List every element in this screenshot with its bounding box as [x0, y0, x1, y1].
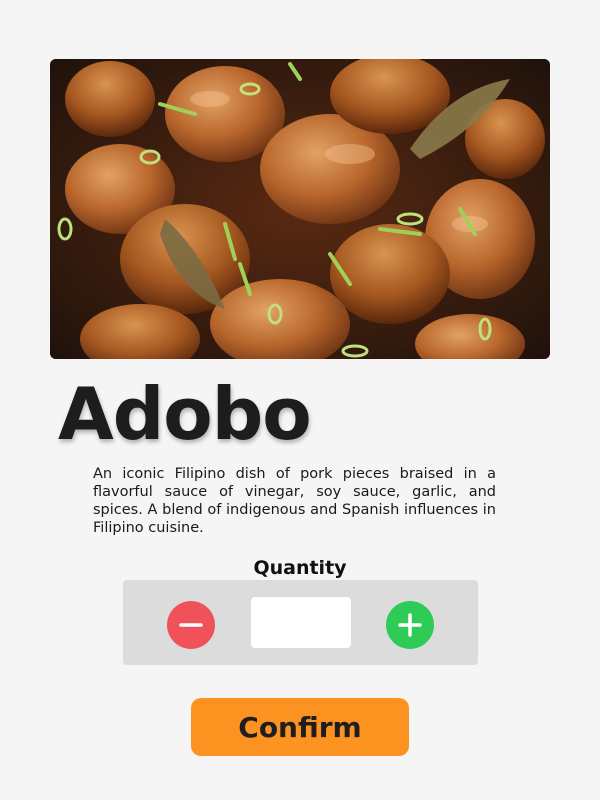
dish-description: An iconic Filipino dish of pork pieces b…: [93, 466, 496, 536]
confirm-button[interactable]: Confirm: [191, 698, 409, 756]
minus-icon: [179, 623, 203, 627]
quantity-label: Quantity: [253, 557, 347, 579]
quantity-input[interactable]: [251, 597, 351, 648]
quantity-stepper: [123, 580, 478, 665]
dish-image: [50, 59, 550, 359]
dish-order-page: Adobo An iconic Filipino dish of pork pi…: [0, 0, 600, 800]
decrease-quantity-button[interactable]: [167, 601, 215, 649]
dish-title: Adobo: [58, 372, 312, 456]
increase-quantity-button[interactable]: [386, 601, 434, 649]
plus-icon: [398, 613, 422, 637]
